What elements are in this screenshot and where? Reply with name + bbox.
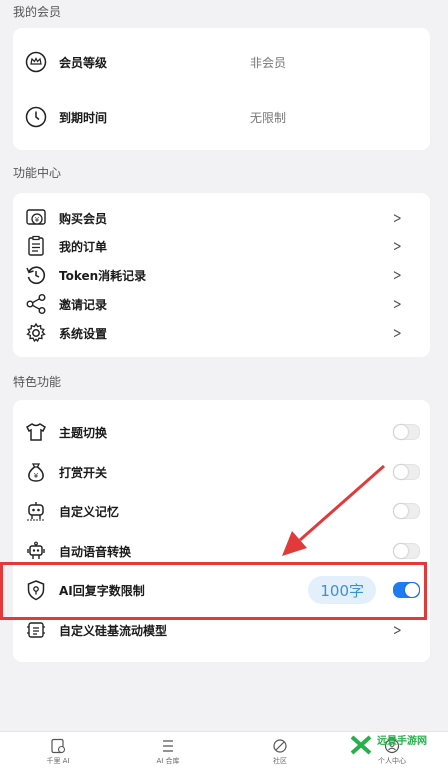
toggle-knob (394, 544, 408, 558)
gear-icon (25, 322, 47, 344)
clock-icon (25, 106, 47, 128)
feature-item-label: Token消耗记录 (59, 268, 147, 283)
history-icon (25, 264, 47, 286)
expire-time-value: 无限制 (250, 110, 287, 125)
chevron-right-icon: > (393, 324, 403, 342)
special-item-voice: 自动语音转换 (13, 540, 430, 562)
order-icon (25, 235, 47, 257)
watermark-logo-icon (350, 735, 372, 755)
chevron-right-icon: > (393, 295, 403, 313)
feature-item-buy-member[interactable]: ¥ 购买会员 > (13, 207, 430, 229)
tab-community[interactable]: 社区 (250, 732, 310, 766)
toggle-knob (394, 504, 408, 518)
member-level-label: 会员等级 (59, 55, 108, 70)
feature-card: ¥ 购买会员 > 我的订单 > Token消耗记录 > 邀请记录 > 系统设置 … (13, 193, 430, 357)
special-item-label: 自定义记忆 (59, 504, 120, 519)
tip-toggle[interactable] (393, 464, 420, 480)
feature-item-label: 系统设置 (59, 326, 108, 341)
section-title-my-member: 我的会员 (13, 5, 62, 19)
buy-member-icon: ¥ (25, 207, 47, 229)
chevron-right-icon: > (393, 237, 403, 255)
special-item-label: 自定义硅基流动模型 (59, 623, 168, 638)
membership-card: 会员等级 非会员 到期时间 无限制 (13, 28, 430, 150)
theme-toggle[interactable] (393, 424, 420, 440)
toggle-knob (394, 465, 408, 479)
section-title-special: 特色功能 (13, 375, 62, 389)
tab-label: 社区 (273, 757, 287, 765)
robot-voice-icon (25, 540, 47, 562)
special-item-tip: ¥ 打赏开关 (13, 461, 430, 483)
feature-item-label: 邀请记录 (59, 297, 108, 312)
special-item-memory: 自定义记忆 (13, 500, 430, 522)
expire-time-row: 到期时间 无限制 (13, 106, 430, 128)
special-item-label: 打赏开关 (59, 465, 108, 480)
chevron-right-icon: > (393, 266, 403, 284)
leaf-icon (273, 739, 287, 753)
tab-label: AI 合库 (156, 757, 180, 765)
feature-item-label: 购买会员 (59, 211, 108, 226)
toggle-knob (394, 425, 408, 439)
section-title-features: 功能中心 (13, 166, 62, 180)
special-item-theme: 主题切换 (13, 421, 430, 443)
expire-time-label: 到期时间 (59, 110, 108, 125)
svg-text:¥: ¥ (34, 472, 39, 480)
chevron-right-icon: > (393, 621, 403, 639)
chevron-right-icon: > (393, 209, 403, 227)
member-level-row: 会员等级 非会员 (13, 51, 430, 73)
member-level-value: 非会员 (250, 55, 287, 70)
feature-item-settings[interactable]: 系统设置 > (13, 322, 430, 344)
model-icon (25, 619, 47, 641)
feature-item-my-orders[interactable]: 我的订单 > (13, 235, 430, 257)
tab-label: 个人中心 (378, 757, 406, 765)
tab-library[interactable]: AI 合库 (138, 732, 198, 766)
voice-toggle[interactable] (393, 543, 420, 559)
special-item-custom-model[interactable]: 自定义硅基流动模型 > (13, 619, 430, 641)
chat-icon (51, 738, 66, 754)
crown-icon (25, 51, 47, 73)
special-item-label: 主题切换 (59, 425, 108, 440)
feature-item-token-history[interactable]: Token消耗记录 > (13, 264, 430, 286)
tab-label: 千里 AI (46, 757, 70, 765)
svg-text:¥: ¥ (35, 216, 40, 224)
special-item-label: 自动语音转换 (59, 544, 132, 559)
tab-chat[interactable]: 千里 AI (28, 732, 88, 766)
watermark-text: 远景手游网 (377, 736, 427, 747)
memory-toggle[interactable] (393, 503, 420, 519)
feature-item-label: 我的订单 (59, 239, 108, 254)
robot-memory-icon (25, 500, 47, 522)
highlight-box (0, 562, 427, 620)
money-bag-icon: ¥ (25, 461, 47, 483)
share-icon (25, 293, 47, 315)
special-card: 主题切换 ¥ 打赏开关 自定义记忆 自动语音转换 AI回复字数限制 100字 自… (13, 400, 430, 662)
list-icon (163, 740, 173, 752)
feature-item-invite-records[interactable]: 邀请记录 > (13, 293, 430, 315)
tshirt-icon (25, 421, 47, 443)
